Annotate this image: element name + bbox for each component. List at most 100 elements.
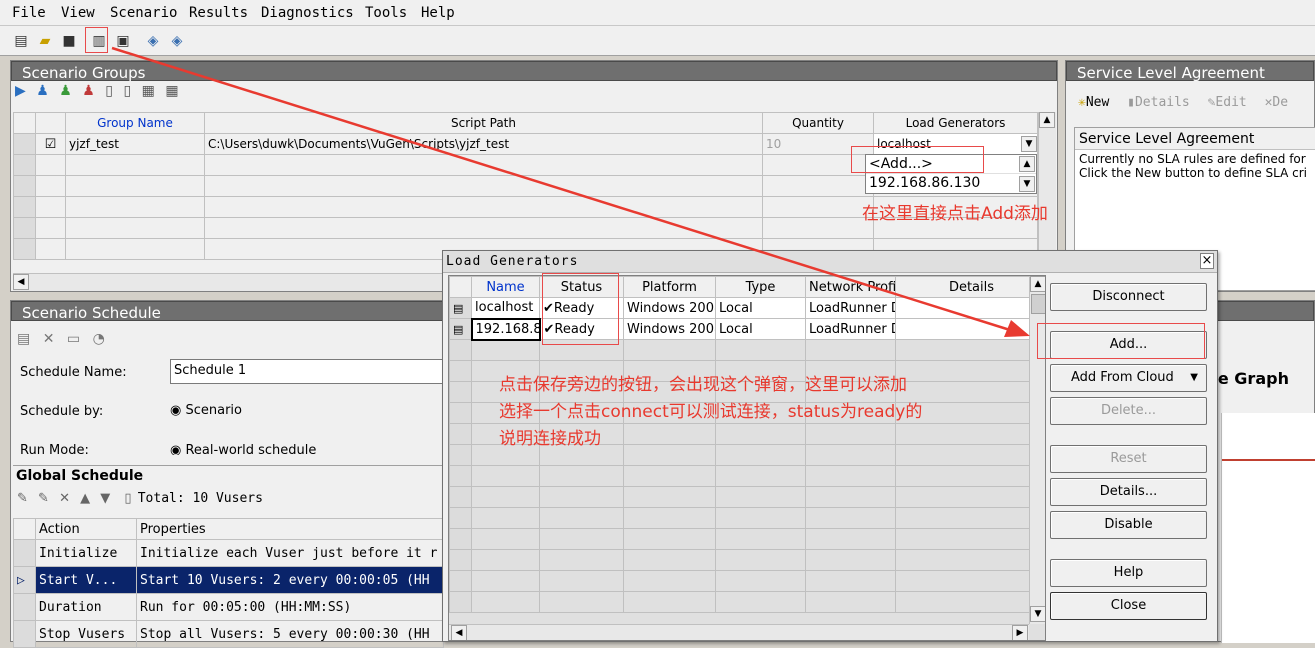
col-script-path[interactable]: Script Path — [204, 112, 763, 134]
scroll-down-icon[interactable]: ▼ — [1030, 606, 1045, 622]
reset-button[interactable]: Reset — [1050, 445, 1207, 473]
col-quantity[interactable]: Quantity — [762, 112, 874, 134]
new-scenario-icon[interactable]: ▤ — [12, 32, 30, 50]
sla-new-button[interactable]: New — [1086, 95, 1109, 110]
menu-scenario[interactable]: Scenario — [110, 5, 177, 21]
col-load-generators[interactable]: Load Generators — [873, 112, 1038, 134]
menu-help[interactable]: Help — [421, 5, 455, 21]
disconnect-button[interactable]: Disconnect — [1050, 283, 1207, 311]
delete-schedule-icon[interactable]: ✕ — [43, 331, 55, 347]
schedule-name-field[interactable]: Schedule 1 — [170, 359, 450, 384]
table-row[interactable]: Initialize Initialize each Vuser just bef… — [13, 539, 444, 567]
menu-view[interactable]: View — [61, 5, 95, 21]
col-name[interactable]: Name — [471, 276, 540, 298]
menu-file[interactable]: File — [12, 5, 46, 21]
lg-dropdown-arrow-icon[interactable]: ▼ — [1021, 136, 1037, 152]
details-icon[interactable]: ▯ — [105, 83, 113, 99]
scroll-thumb[interactable] — [1031, 294, 1045, 314]
table-row[interactable]: ▤ 192.168.86. ✔Ready Windows 2008 Local … — [449, 317, 1045, 341]
remove-group-icon[interactable]: ♟ — [82, 83, 95, 99]
col-platform[interactable]: Platform — [623, 276, 716, 298]
dropdown-option-ip[interactable]: 192.168.86.130 — [866, 174, 1036, 193]
action-cell[interactable]: Duration — [35, 593, 137, 621]
disable-button[interactable]: Disable — [1050, 511, 1207, 539]
menu-results[interactable]: Results — [189, 5, 248, 21]
properties-cell[interactable]: Stop all Vusers: 5 every 00:00:30 (HH — [136, 620, 444, 648]
sla-details-button[interactable]: Details — [1135, 95, 1190, 110]
col-properties[interactable]: Properties — [136, 518, 444, 540]
add-from-cloud-button[interactable]: Add From Cloud ▼ — [1050, 364, 1207, 392]
action-cell[interactable]: Initialize — [35, 539, 137, 567]
move-up-icon[interactable]: ▲ — [80, 491, 90, 506]
view-script-icon[interactable]: ▯ — [123, 83, 131, 99]
vugen-icon[interactable]: ▦ — [165, 83, 178, 99]
details-button[interactable]: Details... — [1050, 478, 1207, 506]
new-schedule-icon[interactable]: ▤ — [17, 331, 30, 347]
lg-details-cell[interactable] — [895, 297, 1045, 319]
col-type[interactable]: Type — [715, 276, 806, 298]
table-row[interactable]: Stop Vusers Stop all Vusers: 5 every 00:0… — [13, 620, 444, 648]
menu-diagnostics[interactable]: Diagnostics — [261, 5, 354, 21]
menu-tools[interactable]: Tools — [365, 5, 407, 21]
table-row-selected[interactable]: ▷ Start V... Start 10 Vusers: 2 every 00:0… — [13, 566, 444, 594]
agent2-icon[interactable]: ◈ — [168, 32, 186, 50]
agent-icon[interactable]: ◈ — [144, 32, 162, 50]
vusers-icon[interactable]: ♟ — [36, 83, 49, 99]
lg-network-cell[interactable]: LoadRunner D — [805, 318, 896, 340]
schedule-by-radio[interactable]: ◉ Scenario — [170, 403, 242, 418]
scroll-down-icon[interactable]: ▼ — [1019, 176, 1035, 192]
properties-cell[interactable]: Start 10 Vusers: 2 every 00:00:05 (HH — [136, 566, 444, 594]
run-mode-radio[interactable]: ◉ Real-world schedule — [170, 443, 316, 455]
scroll-up-icon[interactable]: ▲ — [1039, 112, 1055, 128]
sla-delete-button[interactable]: De — [1272, 95, 1288, 110]
save-icon[interactable]: ■ — [60, 32, 78, 50]
preview-icon[interactable]: ◔ — [93, 331, 105, 347]
delete-action-icon[interactable]: ✕ — [59, 491, 70, 506]
add-action-icon[interactable]: ✎ — [17, 491, 28, 506]
lg-network-cell[interactable]: LoadRunner D — [805, 297, 896, 319]
scroll-left-icon[interactable]: ◀ — [13, 274, 29, 290]
group-checkbox[interactable]: ☑ — [35, 133, 66, 155]
table-row[interactable]: ▤ localhost ✔Ready Windows 2008 Local Lo… — [449, 297, 1045, 319]
close-icon[interactable]: × — [1200, 253, 1214, 269]
lg-name-cell[interactable]: 192.168.86. — [470, 317, 541, 341]
lg-type-cell[interactable]: Local — [715, 297, 806, 319]
scroll-up-icon[interactable]: ▲ — [1019, 156, 1035, 172]
lg-type-cell[interactable]: Local — [715, 318, 806, 340]
delete-button[interactable]: Delete... — [1050, 397, 1207, 425]
add-button-highlight — [1037, 323, 1205, 359]
scroll-right-icon[interactable]: ▶ — [1012, 625, 1028, 640]
action-cell[interactable]: Stop Vusers — [35, 620, 137, 648]
move-down-icon[interactable]: ▼ — [100, 491, 110, 506]
lg-name-cell[interactable]: localhost — [471, 297, 540, 319]
edit-action-icon[interactable]: ✎ — [38, 491, 49, 506]
help-button[interactable]: Help — [1050, 559, 1207, 587]
play-icon[interactable]: ▶ — [15, 83, 26, 99]
col-details[interactable]: Details — [895, 276, 1045, 298]
table-row[interactable]: Duration Run for 00:05:00 (HH:MM:SS) — [13, 593, 444, 621]
group-name-cell[interactable]: yjzf_test — [65, 133, 205, 155]
sla-edit-button[interactable]: Edit — [1215, 95, 1246, 110]
scroll-up-icon[interactable]: ▲ — [1030, 276, 1045, 292]
col-group-name[interactable]: Group Name — [65, 112, 205, 134]
lg-platform-cell[interactable]: Windows 2008 — [623, 318, 716, 340]
script-path-cell[interactable]: C:\Users\duwk\Documents\VuGen\Scripts\yj… — [204, 133, 763, 155]
schedule-graph-area — [1221, 413, 1315, 643]
vertical-scrollbar[interactable]: ▲ — [1038, 112, 1056, 272]
lg-horizontal-scrollbar[interactable]: ◀ ▶ — [449, 624, 1029, 640]
close-button[interactable]: Close — [1050, 592, 1207, 620]
rename-icon[interactable]: ▭ — [67, 331, 80, 347]
lg-details-cell[interactable] — [895, 318, 1045, 340]
add-group-icon[interactable]: ♟ — [59, 83, 72, 99]
properties-cell[interactable]: Initialize each Vuser just before it r — [136, 539, 444, 567]
col-action[interactable]: Action — [35, 518, 137, 540]
action-cell[interactable]: Start V... — [35, 566, 137, 594]
copy-icon[interactable]: ▯ — [124, 491, 131, 506]
runtime-icon[interactable]: ▦ — [142, 83, 155, 99]
scroll-left-icon[interactable]: ◀ — [451, 625, 467, 640]
lg-platform-cell[interactable]: Windows 2008 — [623, 297, 716, 319]
col-network-profile[interactable]: Network Profile — [805, 276, 896, 298]
monitor-icon[interactable]: ▣ — [114, 32, 132, 50]
open-icon[interactable]: ▰ — [36, 32, 54, 50]
properties-cell[interactable]: Run for 00:05:00 (HH:MM:SS) — [136, 593, 444, 621]
